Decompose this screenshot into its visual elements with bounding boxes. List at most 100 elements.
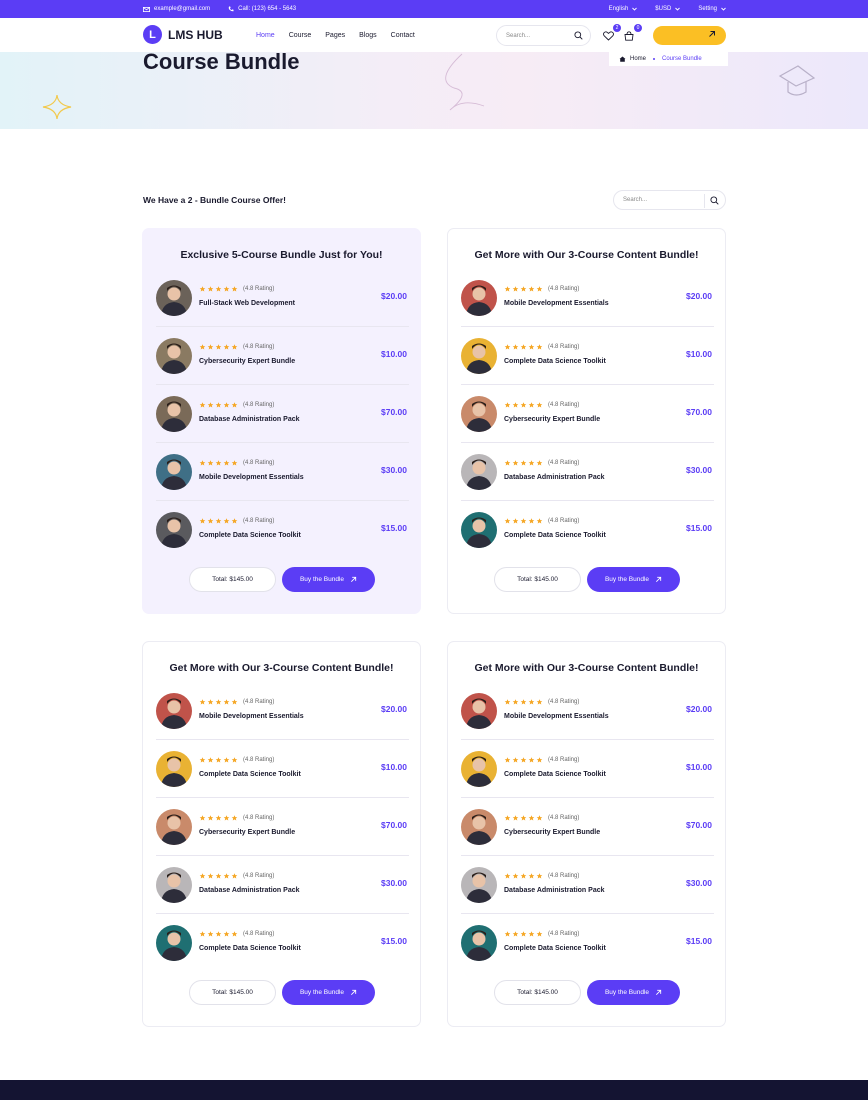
star-icon: [207, 460, 214, 466]
star-icon: [223, 344, 230, 350]
bundle-course-item[interactable]: (4.8 Rating) Full-Stack Web Development …: [156, 269, 409, 327]
menu-item-blogs[interactable]: Blogs: [359, 32, 377, 39]
course-title[interactable]: Database Administration Pack: [504, 474, 605, 481]
course-title[interactable]: Cybersecurity Expert Bundle: [504, 416, 600, 423]
course-title[interactable]: Cybersecurity Expert Bundle: [199, 829, 295, 836]
star-icon: [199, 873, 206, 879]
menu-item-home[interactable]: Home: [256, 32, 275, 39]
course-title[interactable]: Complete Data Science Toolkit: [199, 532, 301, 539]
star-icon: [520, 699, 527, 705]
bundle-search-input[interactable]: Search...: [613, 190, 726, 210]
language-select[interactable]: English: [609, 6, 638, 12]
course-title[interactable]: Complete Data Science Toolkit: [504, 358, 606, 365]
site-footer: [0, 1080, 868, 1100]
rating-text: (4.8 Rating): [548, 815, 580, 821]
course-price: $15.00: [381, 936, 407, 946]
course-instructor-avatar: [461, 280, 497, 316]
star-icon: [231, 344, 238, 350]
bundle-course-item[interactable]: (4.8 Rating) Cybersecurity Expert Bundle…: [156, 798, 409, 856]
breadcrumb: Home Course Bundle: [609, 52, 728, 66]
wishlist-button[interactable]: 2: [603, 24, 621, 41]
bundle-course-item[interactable]: (4.8 Rating) Complete Data Science Toolk…: [461, 740, 714, 798]
star-icon: [199, 757, 206, 763]
course-title[interactable]: Database Administration Pack: [199, 416, 300, 423]
course-title[interactable]: Mobile Development Essentials: [199, 474, 304, 481]
star-icon: [504, 344, 511, 350]
search-icon[interactable]: [710, 196, 719, 205]
cart-button[interactable]: 0: [624, 24, 642, 41]
bundle-course-item[interactable]: (4.8 Rating) Mobile Development Essentia…: [156, 682, 409, 740]
bundle-course-item[interactable]: (4.8 Rating) Database Administration Pac…: [461, 856, 714, 914]
course-price: $20.00: [686, 291, 712, 301]
star-icon: [207, 873, 214, 879]
star-icon: [231, 757, 238, 763]
course-title[interactable]: Complete Data Science Toolkit: [504, 945, 606, 952]
logo-mark: L: [143, 25, 162, 44]
rating-text: (4.8 Rating): [243, 286, 275, 292]
buy-bundle-button[interactable]: Buy the Bundle: [587, 567, 680, 592]
course-title[interactable]: Complete Data Science Toolkit: [504, 532, 606, 539]
star-icon: [520, 286, 527, 292]
course-instructor-avatar: [461, 925, 497, 961]
bundle-card: Get More with Our 3-Course Content Bundl…: [447, 228, 726, 614]
course-title[interactable]: Full-Stack Web Development: [199, 300, 295, 307]
buy-bundle-button[interactable]: Buy the Bundle: [282, 980, 375, 1005]
menu-item-contact[interactable]: Contact: [391, 32, 415, 39]
course-price: $10.00: [381, 762, 407, 772]
course-price: $30.00: [686, 878, 712, 888]
bundle-course-item[interactable]: (4.8 Rating) Cybersecurity Expert Bundle…: [461, 385, 714, 443]
bundle-course-item[interactable]: (4.8 Rating) Mobile Development Essentia…: [461, 269, 714, 327]
bundle-course-item[interactable]: (4.8 Rating) Complete Data Science Toolk…: [461, 914, 714, 972]
course-title[interactable]: Database Administration Pack: [504, 887, 605, 894]
bundle-course-item[interactable]: (4.8 Rating) Mobile Development Essentia…: [461, 682, 714, 740]
rating-text: (4.8 Rating): [548, 402, 580, 408]
email-contact[interactable]: example@gmail.com: [143, 6, 210, 12]
bundle-course-item[interactable]: (4.8 Rating) Database Administration Pac…: [156, 385, 409, 443]
rating-stars: (4.8 Rating): [504, 699, 579, 705]
course-title[interactable]: Database Administration Pack: [199, 887, 300, 894]
buy-bundle-button[interactable]: Buy the Bundle: [587, 980, 680, 1005]
bundle-course-item[interactable]: (4.8 Rating) Complete Data Science Toolk…: [156, 501, 409, 559]
setting-select[interactable]: Setting: [698, 6, 726, 12]
bundle-course-item[interactable]: (4.8 Rating) Mobile Development Essentia…: [156, 443, 409, 501]
star-icon: [512, 699, 519, 705]
bundle-course-item[interactable]: (4.8 Rating) Cybersecurity Expert Bundle…: [461, 798, 714, 856]
star-icon: [231, 286, 238, 292]
nav-search-input[interactable]: Search...: [496, 25, 591, 46]
header-cta-button[interactable]: [653, 26, 726, 45]
bundle-course-item[interactable]: (4.8 Rating) Complete Data Science Toolk…: [461, 327, 714, 385]
star-icon: [504, 286, 511, 292]
course-title[interactable]: Mobile Development Essentials: [504, 713, 609, 720]
star-icon: [536, 286, 543, 292]
buy-bundle-button[interactable]: Buy the Bundle: [282, 567, 375, 592]
bundle-course-item[interactable]: (4.8 Rating) Cybersecurity Expert Bundle…: [156, 327, 409, 385]
course-title[interactable]: Complete Data Science Toolkit: [199, 945, 301, 952]
breadcrumb-current: Course Bundle: [662, 56, 702, 62]
breadcrumb-home-link[interactable]: Home: [630, 56, 646, 62]
course-instructor-avatar: [156, 512, 192, 548]
course-title[interactable]: Mobile Development Essentials: [199, 713, 304, 720]
star-icon: [528, 873, 535, 879]
course-title[interactable]: Cybersecurity Expert Bundle: [504, 829, 600, 836]
star-icon: [504, 931, 511, 937]
menu-item-course[interactable]: Course: [289, 32, 312, 39]
currency-select[interactable]: $USD: [655, 6, 681, 12]
bundle-total: Total: $145.00: [189, 980, 276, 1005]
star-icon: [536, 699, 543, 705]
bundle-course-item[interactable]: (4.8 Rating) Database Administration Pac…: [156, 856, 409, 914]
course-title[interactable]: Mobile Development Essentials: [504, 300, 609, 307]
cart-count-badge: 0: [634, 24, 642, 32]
phone-contact[interactable]: Call: (123) 654 - 5643: [228, 6, 296, 12]
bundle-course-item[interactable]: (4.8 Rating) Database Administration Pac…: [461, 443, 714, 501]
cart-icon: [624, 31, 634, 41]
rating-stars: (4.8 Rating): [199, 286, 274, 292]
course-title[interactable]: Complete Data Science Toolkit: [199, 771, 301, 778]
brand-logo[interactable]: L LMS HUB: [143, 25, 223, 44]
bundle-course-item[interactable]: (4.8 Rating) Complete Data Science Toolk…: [461, 501, 714, 559]
search-icon[interactable]: [574, 31, 583, 40]
bundle-course-item[interactable]: (4.8 Rating) Complete Data Science Toolk…: [156, 740, 409, 798]
course-title[interactable]: Cybersecurity Expert Bundle: [199, 358, 295, 365]
menu-item-pages[interactable]: Pages: [325, 32, 345, 39]
course-title[interactable]: Complete Data Science Toolkit: [504, 771, 606, 778]
bundle-course-item[interactable]: (4.8 Rating) Complete Data Science Toolk…: [156, 914, 409, 972]
